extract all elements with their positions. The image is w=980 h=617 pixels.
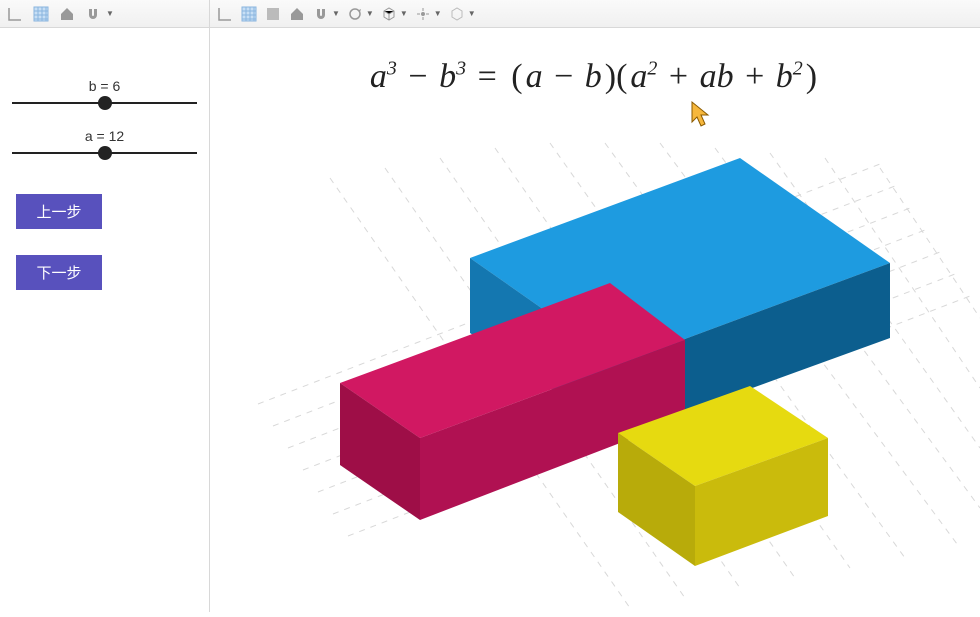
grid-icon[interactable] — [32, 5, 50, 23]
dropdown-icon[interactable]: ▼ — [400, 9, 408, 18]
slider-b-thumb[interactable] — [98, 96, 112, 110]
cube-icon[interactable] — [380, 5, 398, 23]
dropdown-icon[interactable]: ▼ — [434, 9, 442, 18]
prev-step-button[interactable]: 上一步 — [16, 194, 102, 229]
main-panel[interactable]: a3 − b3 = (a − b)(a2 + ab + b2) — [210, 28, 980, 612]
slider-a-track[interactable] — [12, 152, 197, 154]
rotate-icon[interactable] — [346, 5, 364, 23]
slider-b-track[interactable] — [12, 102, 197, 104]
scene-3d[interactable] — [210, 88, 980, 612]
toolbar-left: ▼ — [0, 0, 210, 27]
left-panel: b = 6 a = 12 上一步 下一步 — [0, 28, 210, 612]
wireframe-icon[interactable] — [448, 5, 466, 23]
next-step-button[interactable]: 下一步 — [16, 255, 102, 290]
slider-a-label: a = 12 — [12, 128, 197, 144]
dropdown-icon[interactable]: ▼ — [106, 9, 114, 18]
slider-b[interactable]: b = 6 — [12, 78, 197, 104]
home-icon[interactable] — [288, 5, 306, 23]
home-icon[interactable] — [58, 5, 76, 23]
axes-icon[interactable] — [216, 5, 234, 23]
axes-icon[interactable] — [6, 5, 24, 23]
magnet-icon[interactable] — [84, 5, 102, 23]
dropdown-icon[interactable]: ▼ — [366, 9, 374, 18]
cursor-icon — [690, 100, 712, 133]
slider-a[interactable]: a = 12 — [12, 128, 197, 154]
dropdown-icon[interactable]: ▼ — [468, 9, 476, 18]
toolbar-right: ▼ ▼ ▼ ▼ ▼ — [210, 0, 980, 27]
toolbar: ▼ ▼ ▼ ▼ ▼ ▼ — [0, 0, 980, 28]
dropdown-icon[interactable]: ▼ — [332, 9, 340, 18]
grid-icon[interactable] — [240, 5, 258, 23]
magnet-icon[interactable] — [312, 5, 330, 23]
slider-b-label: b = 6 — [12, 78, 197, 94]
target-icon[interactable] — [414, 5, 432, 23]
plane-icon[interactable] — [264, 5, 282, 23]
slider-a-thumb[interactable] — [98, 146, 112, 160]
